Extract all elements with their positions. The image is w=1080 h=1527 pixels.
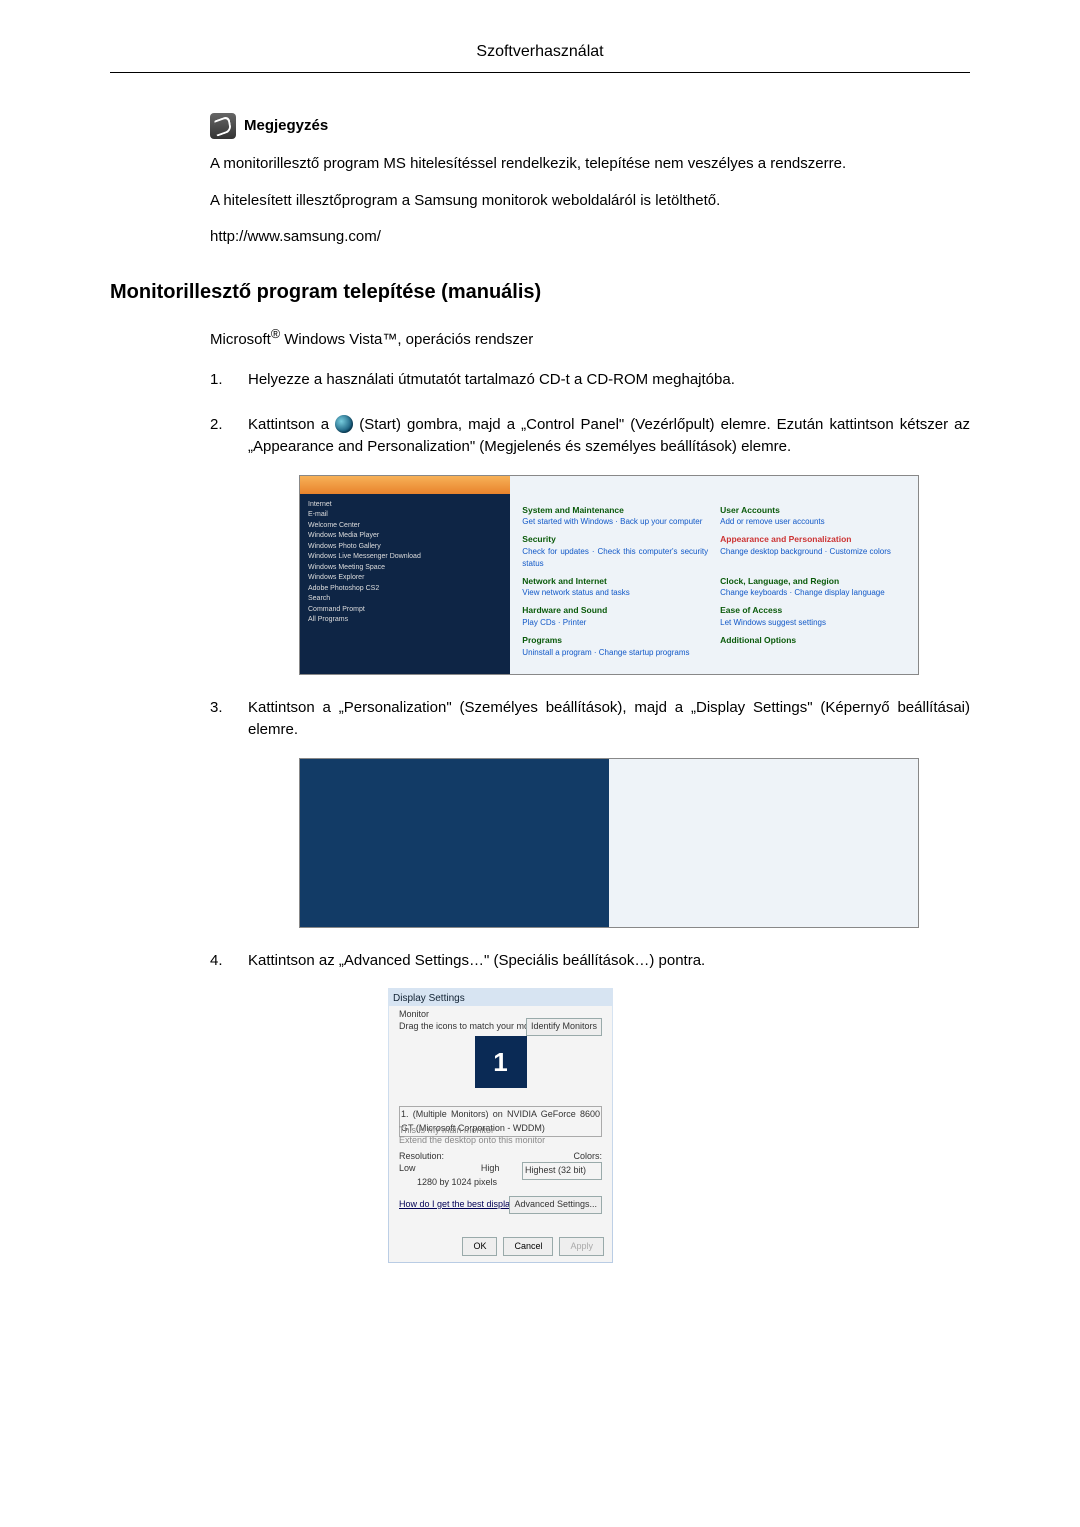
- screenshot-display-settings: Display Settings Monitor Drag the icons …: [388, 988, 613, 1263]
- start-menu-item: Search: [308, 594, 498, 605]
- colors-select[interactable]: Highest (32 bit): [522, 1162, 602, 1180]
- control-panel-category: System and MaintenanceGet started with W…: [522, 504, 708, 532]
- step-number: 3.: [210, 697, 230, 928]
- os-suffix: Windows Vista™, operációs rendszer: [280, 331, 533, 348]
- res-high: High: [481, 1162, 500, 1176]
- start-menu-item: Windows Photo Gallery: [308, 542, 498, 553]
- step-number: 2.: [210, 414, 230, 675]
- advanced-settings-button[interactable]: Advanced Settings...: [509, 1196, 602, 1214]
- section-heading: Monitorillesztő program telepítése (manu…: [110, 277, 970, 307]
- control-panel-category: User AccountsAdd or remove user accounts: [720, 504, 906, 532]
- control-panel-category: SecurityCheck for updates · Check this c…: [522, 533, 708, 573]
- start-menu-item: Windows Meeting Space: [308, 563, 498, 574]
- res-low: Low: [399, 1163, 416, 1173]
- start-menu-item: Command Prompt: [308, 605, 498, 616]
- step-text: Kattintson az „Advanced Settings…" (Spec…: [248, 952, 705, 969]
- note-text-1: A monitorillesztő program MS hitelesítés…: [210, 153, 970, 176]
- dialog-title: Display Settings: [393, 991, 602, 1006]
- step-text-part: Kattintson a: [248, 416, 335, 433]
- chk-extend-desktop: Extend the desktop onto this monitor: [399, 1134, 602, 1148]
- start-menu-item: Windows Live Messenger Download: [308, 552, 498, 563]
- control-panel-category: Additional Options: [720, 634, 906, 662]
- start-menu-item: Windows Media Player: [308, 531, 498, 542]
- note-icon: [210, 113, 236, 139]
- identify-monitors-button[interactable]: Identify Monitors: [526, 1018, 602, 1036]
- cancel-button[interactable]: Cancel: [503, 1237, 553, 1257]
- note-text-2: A hitelesített illesztőprogram a Samsung…: [210, 190, 970, 213]
- control-panel-category: Clock, Language, and RegionChange keyboa…: [720, 575, 906, 603]
- control-panel-category: ProgramsUninstall a program · Change sta…: [522, 634, 708, 662]
- step-number: 4.: [210, 950, 230, 1264]
- ok-button[interactable]: OK: [462, 1237, 497, 1257]
- reg-mark: ®: [271, 327, 280, 341]
- os-prefix: Microsoft: [210, 331, 271, 348]
- step-text-part: (Start) gombra, majd a „Control Panel" (…: [248, 416, 970, 456]
- page-title: Szoftverhasználat: [110, 40, 970, 73]
- step-text: Helyezze a használati útmutatót tartalma…: [248, 369, 970, 392]
- control-panel-category: Appearance and PersonalizationChange des…: [720, 533, 906, 573]
- screenshot-personalization: [299, 758, 919, 928]
- apply-button: Apply: [559, 1237, 604, 1257]
- start-menu-item: Adobe Photoshop CS2: [308, 584, 498, 595]
- control-panel-category: Hardware and SoundPlay CDs · Printer: [522, 604, 708, 632]
- start-menu-item: All Programs: [308, 615, 498, 626]
- screenshot-start-control-panel: Internet E-mail Welcome Center Windows M…: [299, 475, 919, 675]
- note-label: Megjegyzés: [244, 115, 328, 138]
- start-menu-item: E-mail: [308, 510, 498, 521]
- start-menu-item: Welcome Center: [308, 521, 498, 532]
- note-url: http://www.samsung.com/: [210, 226, 970, 249]
- step-number: 1.: [210, 369, 230, 392]
- note-block: Megjegyzés A monitorillesztő program MS …: [210, 113, 970, 249]
- windows-start-icon: [335, 415, 353, 433]
- start-menu-item: Internet: [308, 500, 498, 511]
- monitor-preview: 1: [475, 1036, 527, 1088]
- control-panel-category: Network and InternetView network status …: [522, 575, 708, 603]
- os-subheading: Microsoft® Windows Vista™, operációs ren…: [210, 325, 970, 352]
- start-menu-item: Windows Explorer: [308, 573, 498, 584]
- control-panel-category: Ease of AccessLet Windows suggest settin…: [720, 604, 906, 632]
- step-text: Kattintson a „Personalization" (Személye…: [248, 699, 970, 739]
